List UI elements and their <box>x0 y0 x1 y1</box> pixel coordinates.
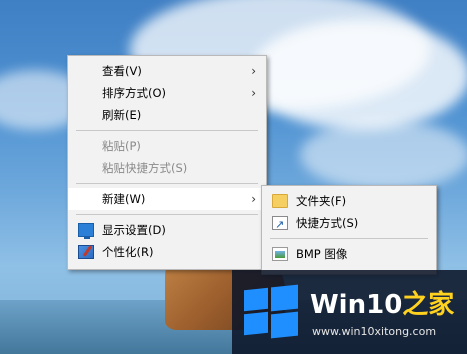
menu-item-view[interactable]: 查看(V) › <box>68 60 266 82</box>
menu-item-new[interactable]: 新建(W) › <box>68 188 266 210</box>
watermark-title-main: Win10 <box>310 290 403 320</box>
menu-item-label: 排序方式(O) <box>102 86 167 100</box>
logo-pane <box>244 287 268 312</box>
menu-separator <box>76 183 258 184</box>
menu-item-sort-by[interactable]: 排序方式(O) › <box>68 82 266 104</box>
bmp-image-icon <box>272 247 288 261</box>
menu-item-refresh[interactable]: 刷新(E) <box>68 104 266 126</box>
menu-item-paste: 粘贴(P) <box>68 135 266 157</box>
display-settings-icon <box>78 223 94 239</box>
watermark-url: www.win10xitong.com <box>312 325 437 338</box>
menu-separator <box>76 130 258 131</box>
menu-item-personalize[interactable]: 个性化(R) <box>68 241 266 263</box>
watermark-title: Win10之家 <box>310 284 454 321</box>
menu-separator <box>76 214 258 215</box>
menu-item-label: 粘贴(P) <box>102 139 141 153</box>
shortcut-icon <box>272 214 288 236</box>
menu-item-label: 刷新(E) <box>102 108 142 122</box>
menu-separator <box>270 238 428 239</box>
watermark-title-accent: 之家 <box>402 290 455 320</box>
menu-item-label: 查看(V) <box>102 64 142 78</box>
logo-pane <box>271 284 298 312</box>
menu-item-label: BMP 图像 <box>296 247 348 261</box>
desktop-context-menu: 查看(V) › 排序方式(O) › 刷新(E) 粘贴(P) 粘贴快捷方式(S) … <box>67 55 267 270</box>
logo-pane <box>244 311 268 336</box>
new-submenu: 文件夹(F) 快捷方式(S) BMP 图像 <box>261 185 437 275</box>
submenu-item-shortcut[interactable]: 快捷方式(S) <box>262 212 436 236</box>
logo-pane <box>271 311 298 339</box>
cloud <box>300 120 467 190</box>
menu-item-label: 显示设置(D) <box>102 223 166 237</box>
folder-icon <box>272 194 288 208</box>
menu-item-label: 粘贴快捷方式(S) <box>102 161 188 175</box>
menu-item-label: 个性化(R) <box>102 245 154 259</box>
personalize-icon <box>78 245 94 259</box>
cloud <box>250 20 467 130</box>
submenu-arrow-icon: › <box>251 86 256 100</box>
menu-item-label: 新建(W) <box>102 192 146 206</box>
submenu-item-folder[interactable]: 文件夹(F) <box>262 190 436 212</box>
menu-item-label: 快捷方式(S) <box>296 216 359 230</box>
watermark: Win10之家 www.win10xitong.com <box>232 270 467 354</box>
submenu-arrow-icon: › <box>251 64 256 78</box>
submenu-item-bmp-image[interactable]: BMP 图像 <box>262 243 436 265</box>
menu-item-label: 文件夹(F) <box>296 194 347 208</box>
menu-item-paste-shortcut: 粘贴快捷方式(S) <box>68 157 266 179</box>
submenu-arrow-icon: › <box>251 192 256 206</box>
windows-logo-icon <box>244 284 298 339</box>
menu-item-display-settings[interactable]: 显示设置(D) <box>68 219 266 241</box>
